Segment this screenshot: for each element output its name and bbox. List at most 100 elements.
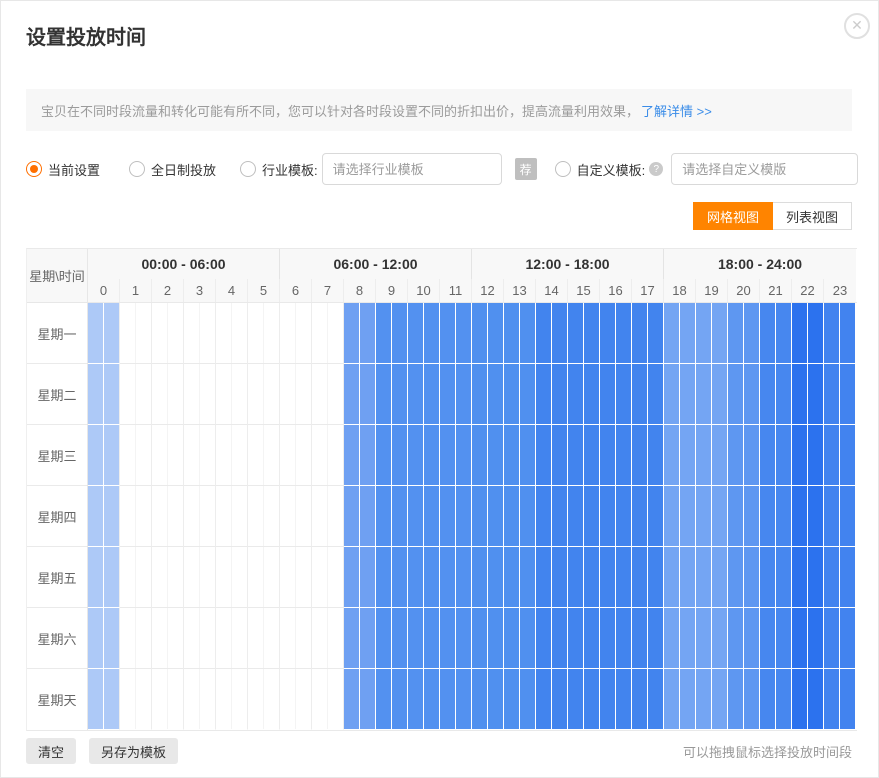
schedule-cell[interactable]	[120, 303, 152, 364]
schedule-cell-half[interactable]	[568, 608, 584, 668]
schedule-cell-half[interactable]	[840, 486, 855, 546]
schedule-cell-half[interactable]	[248, 364, 264, 424]
schedule-cell[interactable]	[376, 486, 408, 547]
schedule-cell-half[interactable]	[808, 425, 823, 485]
schedule-cell[interactable]	[184, 608, 216, 669]
schedule-cell-half[interactable]	[104, 425, 119, 485]
schedule-cell-half[interactable]	[280, 486, 296, 546]
schedule-cell-half[interactable]	[200, 608, 215, 668]
schedule-cell[interactable]	[632, 547, 664, 608]
schedule-cell-half[interactable]	[328, 486, 343, 546]
schedule-cell-half[interactable]	[792, 547, 808, 607]
schedule-cell-half[interactable]	[712, 608, 727, 668]
schedule-cell-half[interactable]	[408, 303, 424, 363]
schedule-cell-half[interactable]	[360, 364, 375, 424]
schedule-cell-half[interactable]	[88, 547, 104, 607]
schedule-cell-half[interactable]	[344, 486, 360, 546]
schedule-cell-half[interactable]	[88, 364, 104, 424]
schedule-cell[interactable]	[120, 608, 152, 669]
schedule-cell[interactable]	[536, 486, 568, 547]
schedule-cell[interactable]	[248, 669, 280, 730]
schedule-cell[interactable]	[184, 547, 216, 608]
schedule-cell[interactable]	[696, 669, 728, 730]
schedule-cell-half[interactable]	[824, 364, 840, 424]
schedule-cell-half[interactable]	[520, 303, 535, 363]
schedule-cell-half[interactable]	[296, 303, 311, 363]
schedule-cell-half[interactable]	[824, 486, 840, 546]
schedule-cell[interactable]	[824, 303, 856, 364]
schedule-cell-half[interactable]	[392, 608, 407, 668]
schedule-cell[interactable]	[376, 669, 408, 730]
schedule-cell-half[interactable]	[408, 608, 424, 668]
schedule-cell[interactable]	[600, 425, 632, 486]
schedule-cell-half[interactable]	[248, 669, 264, 729]
schedule-cell[interactable]	[312, 364, 344, 425]
schedule-cell-half[interactable]	[88, 425, 104, 485]
schedule-cell[interactable]	[696, 364, 728, 425]
schedule-cell-half[interactable]	[344, 547, 360, 607]
schedule-cell-half[interactable]	[312, 425, 328, 485]
schedule-cell-half[interactable]	[456, 364, 471, 424]
schedule-cell-half[interactable]	[776, 608, 791, 668]
schedule-cell-half[interactable]	[504, 303, 520, 363]
schedule-cell-half[interactable]	[600, 486, 616, 546]
schedule-cell[interactable]	[600, 486, 632, 547]
schedule-cell-half[interactable]	[216, 608, 232, 668]
schedule-cell-half[interactable]	[568, 547, 584, 607]
schedule-cell-half[interactable]	[104, 486, 119, 546]
schedule-cell-half[interactable]	[376, 486, 392, 546]
schedule-cell-half[interactable]	[584, 669, 599, 729]
schedule-cell-half[interactable]	[232, 669, 247, 729]
schedule-cell-half[interactable]	[776, 425, 791, 485]
schedule-cell-half[interactable]	[792, 608, 808, 668]
list-view-button[interactable]: 列表视图	[773, 202, 852, 230]
schedule-cell-half[interactable]	[184, 608, 200, 668]
schedule-cell-half[interactable]	[536, 669, 552, 729]
schedule-cell-half[interactable]	[616, 669, 631, 729]
radio-current-settings[interactable]: 当前设置	[26, 160, 100, 179]
schedule-cell-half[interactable]	[120, 669, 136, 729]
schedule-cell-half[interactable]	[376, 364, 392, 424]
schedule-cell[interactable]	[408, 303, 440, 364]
schedule-cell[interactable]	[344, 608, 376, 669]
schedule-cell[interactable]	[824, 425, 856, 486]
schedule-cell[interactable]	[728, 486, 760, 547]
schedule-cell-half[interactable]	[776, 303, 791, 363]
schedule-cell-half[interactable]	[632, 547, 648, 607]
schedule-cell-half[interactable]	[568, 303, 584, 363]
schedule-cell[interactable]	[824, 547, 856, 608]
schedule-cell-half[interactable]	[456, 486, 471, 546]
schedule-cell[interactable]	[376, 608, 408, 669]
schedule-cell-half[interactable]	[792, 303, 808, 363]
schedule-cell-half[interactable]	[392, 486, 407, 546]
schedule-cell[interactable]	[120, 486, 152, 547]
schedule-cell-half[interactable]	[232, 364, 247, 424]
schedule-cell-half[interactable]	[264, 425, 279, 485]
schedule-cell-half[interactable]	[616, 486, 631, 546]
schedule-cell[interactable]	[600, 547, 632, 608]
schedule-cell-half[interactable]	[760, 486, 776, 546]
schedule-cell-half[interactable]	[648, 669, 663, 729]
schedule-cell[interactable]	[440, 486, 472, 547]
schedule-cell-half[interactable]	[664, 486, 680, 546]
schedule-cell-half[interactable]	[456, 669, 471, 729]
schedule-cell-half[interactable]	[648, 486, 663, 546]
schedule-cell-half[interactable]	[424, 303, 439, 363]
schedule-cell-half[interactable]	[488, 364, 503, 424]
schedule-cell[interactable]	[792, 364, 824, 425]
schedule-cell-half[interactable]	[312, 669, 328, 729]
schedule-cell[interactable]	[280, 303, 312, 364]
schedule-cell-half[interactable]	[344, 425, 360, 485]
schedule-cell[interactable]	[472, 303, 504, 364]
schedule-cell-half[interactable]	[792, 669, 808, 729]
schedule-cell-half[interactable]	[744, 669, 759, 729]
schedule-cell[interactable]	[280, 608, 312, 669]
schedule-cell-half[interactable]	[344, 303, 360, 363]
schedule-cell-half[interactable]	[648, 608, 663, 668]
schedule-cell[interactable]	[664, 547, 696, 608]
radio-all-day[interactable]: 全日制投放	[129, 160, 216, 179]
schedule-cell[interactable]	[536, 303, 568, 364]
schedule-cell[interactable]	[216, 486, 248, 547]
schedule-cell-half[interactable]	[648, 547, 663, 607]
schedule-cell[interactable]	[344, 669, 376, 730]
